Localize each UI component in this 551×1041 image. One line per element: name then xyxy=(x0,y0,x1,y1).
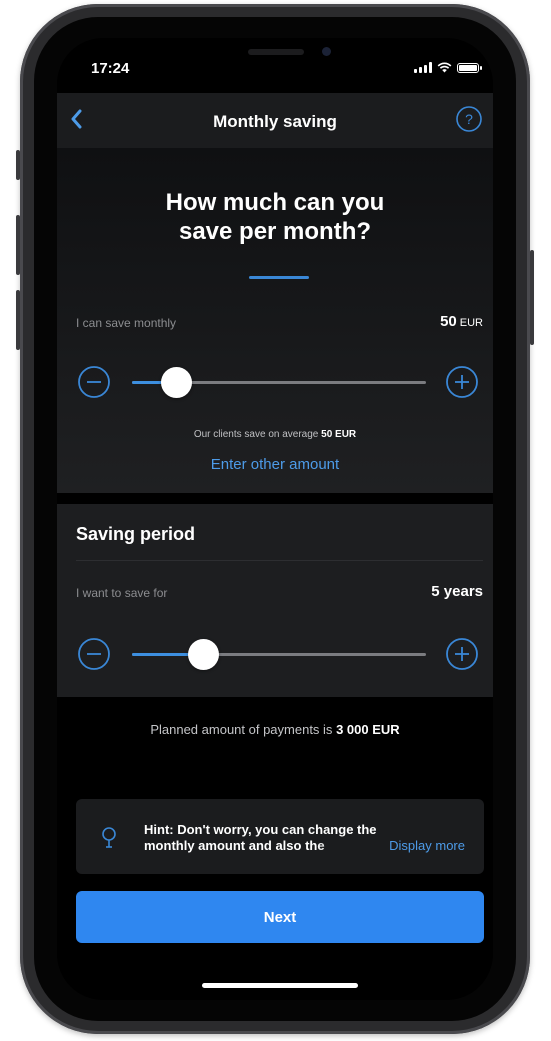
decrease-period-icon[interactable] xyxy=(77,637,111,671)
status-icons xyxy=(414,62,482,73)
period-slider-thumb[interactable] xyxy=(187,639,219,670)
page-title: Monthly saving xyxy=(213,112,337,131)
status-time: 17:24 xyxy=(91,60,130,77)
monthly-value: 50 EUR xyxy=(440,313,483,330)
enter-other-amount-link[interactable]: Enter other amount xyxy=(57,456,493,473)
heading-underline xyxy=(249,276,309,279)
average-saving-text: Our clients save on average 50 EUR xyxy=(57,429,493,440)
mute-switch xyxy=(16,150,20,180)
wifi-icon xyxy=(437,62,452,73)
nav-bar: Monthly saving ? xyxy=(57,93,493,148)
hint-fade xyxy=(316,837,376,857)
front-camera xyxy=(322,47,331,56)
volume-down-button xyxy=(16,290,20,350)
decrease-monthly-icon[interactable] xyxy=(77,365,111,399)
volume-up-button xyxy=(16,215,20,275)
monthly-slider-track[interactable] xyxy=(132,367,426,398)
period-label: I want to save for xyxy=(76,586,168,600)
period-slider xyxy=(57,636,493,672)
next-button[interactable]: Next xyxy=(76,891,484,943)
saving-period-title: Saving period xyxy=(76,524,196,544)
monthly-unit: EUR xyxy=(459,317,483,329)
monthly-slider xyxy=(57,364,493,400)
cellular-signal-icon xyxy=(414,62,432,73)
question-heading: How much can you save per month? xyxy=(97,188,453,246)
question-line-1: How much can you xyxy=(165,189,385,216)
hint-line-1: Hint: Don't worry, you can change the xyxy=(144,822,377,837)
monthly-label: I can save monthly xyxy=(76,316,177,330)
period-value: 5 years xyxy=(431,583,483,600)
monthly-amount: 50 xyxy=(440,313,457,330)
battery-icon xyxy=(457,62,482,73)
notch xyxy=(160,38,392,76)
help-icon[interactable]: ? xyxy=(455,105,483,133)
period-slider-track[interactable] xyxy=(132,639,426,670)
app-screen: 17:24 Monthly saving ? How much can you … xyxy=(57,38,493,1000)
divider xyxy=(76,560,483,561)
monthly-slider-thumb[interactable] xyxy=(161,367,193,398)
svg-text:?: ? xyxy=(465,111,473,127)
question-line-2: save per month? xyxy=(178,218,372,245)
display-more-link[interactable]: Display more xyxy=(385,838,465,853)
saving-period-card: Saving period I want to save for 5 years xyxy=(57,504,493,697)
speaker xyxy=(248,49,304,55)
lightbulb-icon xyxy=(102,827,116,848)
planned-amount-text: Planned amount of payments is 3 000 EUR xyxy=(57,722,493,737)
planned-amount-prefix: Planned amount of payments is xyxy=(150,722,333,737)
home-indicator[interactable] xyxy=(202,983,358,988)
average-saving-value: 50 EUR xyxy=(321,429,357,440)
increase-period-icon[interactable] xyxy=(445,637,479,671)
average-saving-prefix: Our clients save on average xyxy=(193,429,319,440)
increase-monthly-icon[interactable] xyxy=(445,365,479,399)
power-button xyxy=(530,250,534,345)
hint-box: Hint: Don't worry, you can change the mo… xyxy=(76,799,484,874)
planned-amount-value: 3 000 EUR xyxy=(336,722,400,737)
monthly-amount-card: How much can you save per month? I can s… xyxy=(57,148,493,493)
